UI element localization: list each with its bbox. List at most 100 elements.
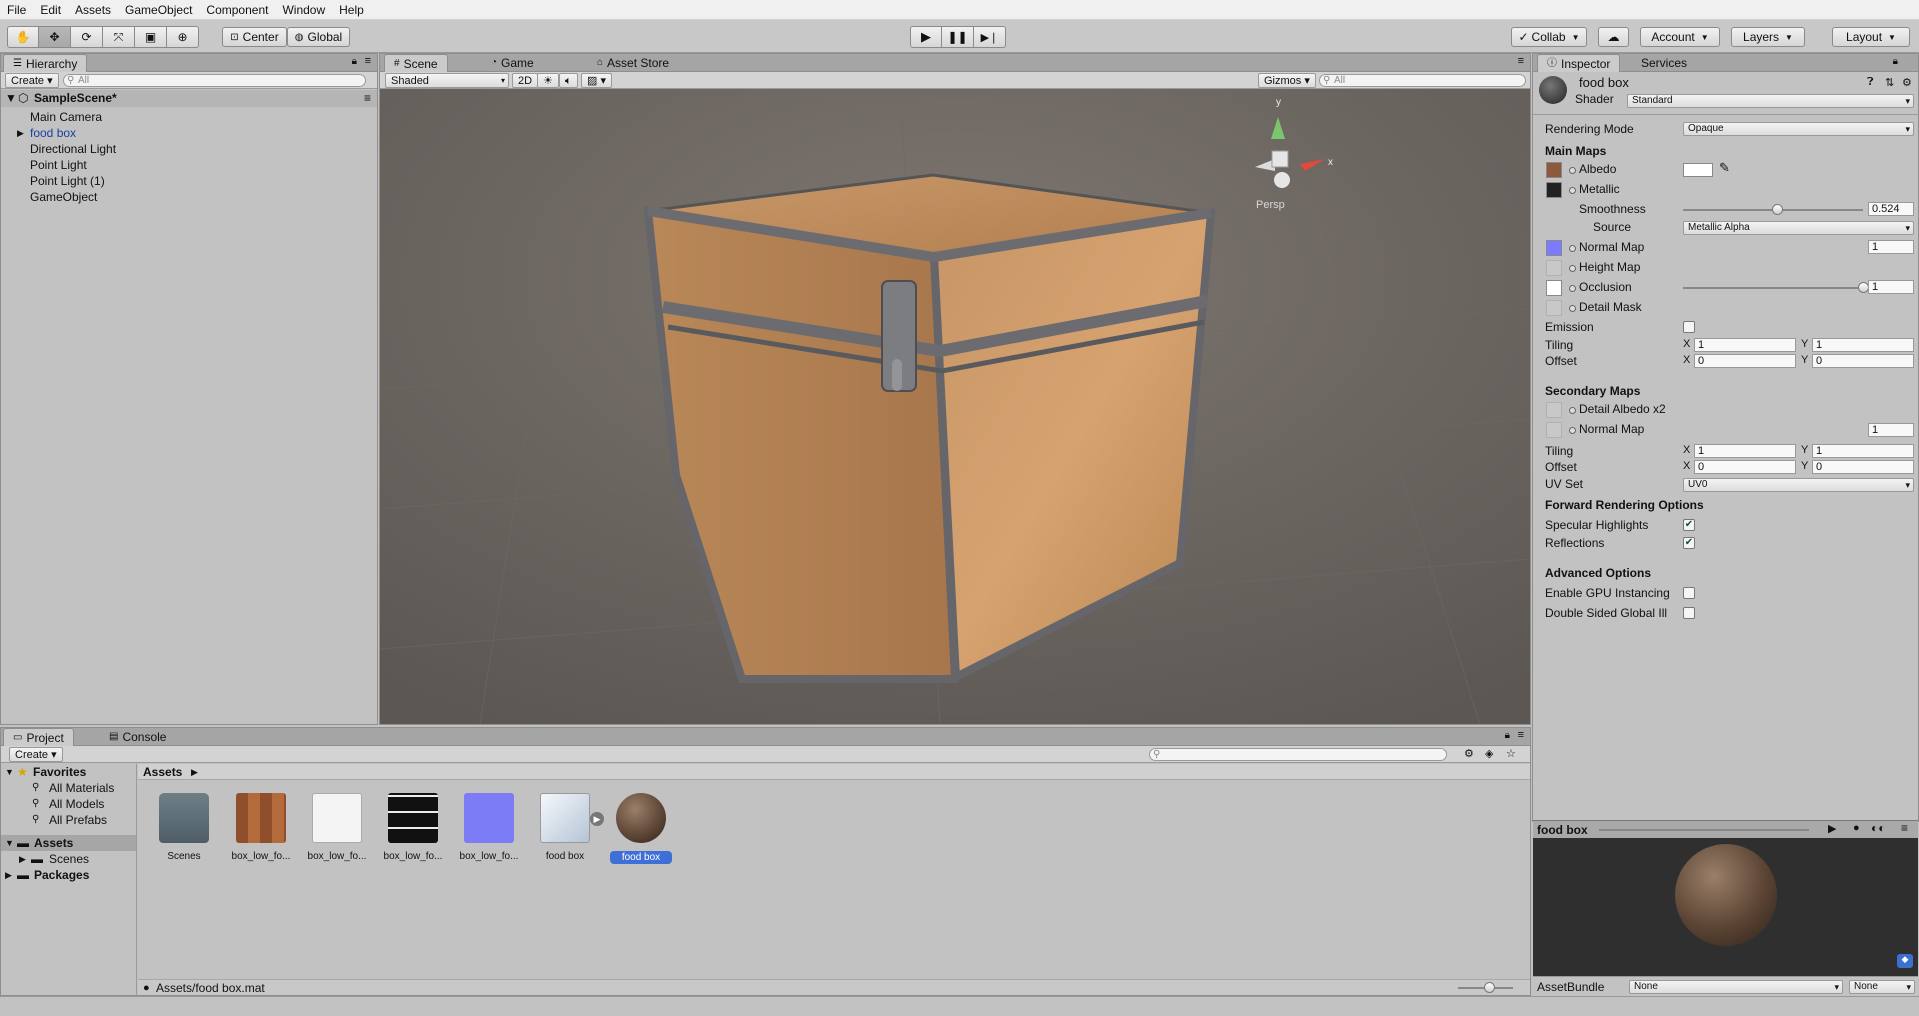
favorites-header[interactable]: Favorites — [33, 764, 86, 780]
uv-set-dropdown[interactable]: UV0 — [1683, 478, 1914, 492]
hierarchy-item-point-light-1[interactable]: Point Light (1) — [30, 173, 105, 189]
tab-console[interactable]: ▤ Console — [100, 728, 175, 746]
menu-edit[interactable]: Edit — [33, 0, 68, 20]
hierarchy-item-directional-light[interactable]: Directional Light — [30, 141, 116, 157]
detail-albedo-texture-slot[interactable] — [1546, 402, 1562, 418]
detail-mask-picker-icon[interactable] — [1569, 305, 1576, 312]
height-map-picker-icon[interactable] — [1569, 265, 1576, 272]
metallic-texture-slot[interactable] — [1546, 182, 1562, 198]
favorite-star-icon[interactable]: ☆ — [1506, 747, 1516, 760]
filter-type-icon[interactable]: ⚙ — [1464, 747, 1474, 760]
audio-toggle-icon[interactable]: 🔈︎ — [559, 73, 578, 88]
smoothness-slider-handle[interactable] — [1771, 204, 1783, 215]
asset-food-box-model[interactable]: food box — [534, 793, 596, 862]
expand-arrow-icon[interactable]: ▶ — [17, 125, 24, 141]
cloud-button[interactable]: ☁ — [1598, 27, 1629, 47]
scale-tool-icon[interactable]: ⤧ — [103, 26, 135, 48]
eyedropper-icon[interactable]: ✎ — [1719, 160, 1730, 176]
albedo-texture-slot[interactable] — [1546, 162, 1562, 178]
lock-icon[interactable]: 🔒︎ — [1893, 56, 1898, 67]
tab-services[interactable]: Services — [1632, 54, 1696, 72]
effects-dropdown-icon[interactable]: ▨ ▾ — [581, 73, 612, 88]
tree-packages[interactable]: Packages — [34, 867, 89, 883]
preview-menu-icon[interactable]: ≡ — [1901, 821, 1908, 835]
preview-play-icon[interactable]: ▶ — [1828, 822, 1836, 835]
menu-component[interactable]: Component — [199, 0, 275, 20]
hand-tool-icon[interactable]: ✋ — [7, 26, 39, 48]
emission-checkbox[interactable] — [1683, 321, 1695, 333]
pivot-center-button[interactable]: ⊡ Center — [222, 27, 287, 47]
gear-icon[interactable]: ⚙ — [1902, 76, 1912, 89]
step-button[interactable]: ▶❘ — [974, 26, 1006, 48]
secondary-normal-scale-field[interactable]: 1 — [1868, 423, 1914, 437]
filter-label-icon[interactable]: ◈ — [1485, 747, 1493, 760]
rotate-tool-icon[interactable]: ⟳ — [71, 26, 103, 48]
project-create-button[interactable]: Create ▾ — [9, 747, 63, 762]
assetbundle-dropdown[interactable]: None — [1629, 980, 1843, 994]
occlusion-slider-handle[interactable] — [1857, 282, 1869, 293]
preview-header[interactable]: food box ▶ ● ◐◐ ≡ — [1533, 820, 1918, 838]
tab-hierarchy[interactable]: ☰ Hierarchy — [3, 54, 88, 72]
reflections-checkbox[interactable]: ✔ — [1683, 537, 1695, 549]
expand-arrow-icon[interactable]: ▼ — [5, 764, 14, 780]
preview-light-icon[interactable]: ◐◐ — [1871, 821, 1886, 835]
space-global-button[interactable]: ◍ Global — [287, 27, 350, 47]
offset-y-field[interactable]: 0 — [1812, 354, 1914, 368]
secondary-tiling-y-field[interactable]: 1 — [1812, 444, 1914, 458]
shader-dropdown[interactable]: Standard — [1627, 94, 1914, 108]
asset-texture-1[interactable]: box_low_fo... — [230, 793, 292, 862]
occlusion-picker-icon[interactable] — [1569, 285, 1576, 292]
thumbnail-size-slider-handle[interactable] — [1484, 982, 1495, 993]
assetbundle-variant-dropdown[interactable]: None — [1849, 980, 1915, 994]
metallic-picker-icon[interactable] — [1569, 187, 1576, 194]
gizmos-dropdown[interactable]: Gizmos ▾ — [1258, 73, 1316, 88]
menu-file[interactable]: File — [0, 0, 33, 20]
layers-dropdown[interactable]: Layers ▼ — [1731, 27, 1805, 47]
detail-mask-texture-slot[interactable] — [1546, 300, 1562, 316]
specular-highlights-checkbox[interactable]: ✔ — [1683, 519, 1695, 531]
rendering-mode-dropdown[interactable]: Opaque — [1683, 122, 1914, 136]
tab-asset-store[interactable]: ⌂ Asset Store — [588, 54, 678, 72]
hierarchy-create-button[interactable]: Create ▾ — [5, 73, 59, 88]
albedo-picker-icon[interactable] — [1569, 167, 1576, 174]
expand-arrow-icon[interactable]: ▼ — [5, 835, 14, 851]
expand-arrow-icon[interactable]: ▶ — [19, 851, 26, 867]
occlusion-slider[interactable] — [1683, 287, 1863, 289]
hierarchy-item-food-box[interactable]: food box — [30, 125, 76, 141]
menu-assets[interactable]: Assets — [68, 0, 118, 20]
lighting-toggle-icon[interactable]: ☀ — [537, 73, 559, 88]
tab-game[interactable]: ◔ Game — [482, 54, 543, 72]
asset-texture-2[interactable]: box_low_fo... — [306, 793, 368, 862]
secondary-tiling-x-field[interactable]: 1 — [1694, 444, 1796, 458]
favorites-all-prefabs[interactable]: All Prefabs — [49, 812, 107, 828]
hierarchy-item-gameobject[interactable]: GameObject — [30, 189, 97, 205]
asset-texture-4[interactable]: box_low_fo... — [458, 793, 520, 862]
scene-viewport[interactable]: y x Persp — [380, 89, 1530, 724]
preview-sphere-icon[interactable]: ● — [1853, 822, 1860, 834]
scene-search-input[interactable]: ⚲ All — [1319, 74, 1526, 87]
transform-tool-icon[interactable]: ⊕ — [167, 26, 199, 48]
hierarchy-item-main-camera[interactable]: Main Camera — [30, 109, 102, 125]
favorites-all-models[interactable]: All Models — [49, 796, 104, 812]
tree-assets-row[interactable]: ▼ ▬ Assets — [1, 835, 136, 851]
hierarchy-search-input[interactable]: ⚲ All — [63, 74, 366, 87]
menu-help[interactable]: Help — [332, 0, 371, 20]
height-map-texture-slot[interactable] — [1546, 260, 1562, 276]
normal-map-picker-icon[interactable] — [1569, 245, 1576, 252]
asset-scenes-folder[interactable]: Scenes — [153, 793, 215, 862]
tab-inspector[interactable]: ⓘ Inspector — [1537, 54, 1621, 72]
tab-scene[interactable]: # Scene — [384, 54, 448, 72]
shading-mode-dropdown[interactable]: Shaded ▾ — [385, 73, 509, 88]
layout-dropdown[interactable]: Layout ▼ — [1832, 27, 1910, 47]
asset-texture-3[interactable]: box_low_fo... — [382, 793, 444, 862]
gizmo-persp-label[interactable]: Persp — [1256, 199, 1285, 211]
normal-map-scale-field[interactable]: 1 — [1868, 240, 1914, 254]
breadcrumb-assets[interactable]: Assets — [143, 764, 182, 780]
collab-button[interactable]: ✓ Collab ▼ — [1511, 27, 1587, 47]
expand-arrow-icon[interactable]: ▶ — [5, 867, 12, 883]
offset-x-field[interactable]: 0 — [1694, 354, 1796, 368]
occlusion-field[interactable]: 1 — [1868, 280, 1914, 294]
favorites-all-materials[interactable]: All Materials — [49, 780, 114, 796]
preset-icon[interactable]: ⇅ — [1885, 76, 1894, 89]
gpu-instancing-checkbox[interactable] — [1683, 587, 1695, 599]
